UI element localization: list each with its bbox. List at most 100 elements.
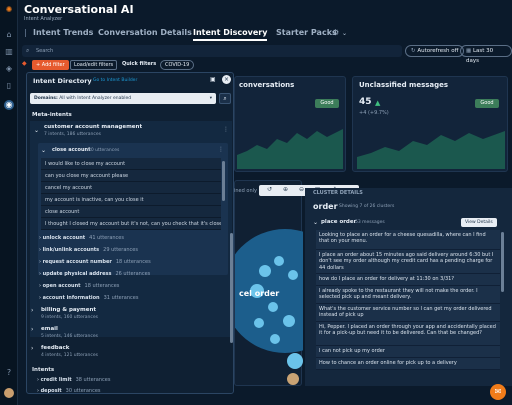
cluster-count: Showing 7 of 26 clusters [339, 204, 395, 209]
canvas-filter-label: ined only [234, 188, 257, 194]
intent-item[interactable]: › link/unlink accounts 29 utterances [39, 245, 233, 256]
message-item[interactable]: how do I place an order for delivery at … [316, 274, 500, 286]
intent-item[interactable]: › deposit 30 utterances [37, 386, 233, 393]
card-title: Unclassified messages [359, 81, 449, 89]
tab-intent-trends[interactable]: Intent Trends [33, 28, 93, 37]
avatar[interactable] [4, 388, 14, 398]
cluster-header: CLUSTER DETAILS [313, 190, 363, 196]
message-item[interactable]: Hi, Pepper. I placed an order through yo… [316, 322, 500, 346]
help-icon[interactable]: ? [4, 368, 14, 378]
chevron-down-icon[interactable]: ⌄ [34, 127, 39, 134]
cluster-canvas[interactable]: cel order [234, 180, 303, 386]
meta-intent-meta: 7 intents, 186 utterances [44, 132, 101, 137]
cluster-meta: 53 messages [355, 220, 385, 225]
tag-icon[interactable]: ◈ [4, 64, 14, 74]
intent-name[interactable]: close account [52, 147, 90, 153]
unclassified-value: 45 [359, 97, 372, 107]
intent-directory-panel: Intent Directory Go to Intent Builder ▣ … [26, 72, 234, 394]
message-item[interactable]: How to chance an order online for pick u… [316, 358, 500, 370]
autorefresh-button[interactable]: ↻ Autorefresh off [405, 45, 465, 57]
search-bar[interactable]: ⌕ Search [22, 45, 402, 57]
meta-intents-label: Meta-intents [32, 112, 72, 118]
chevron-down-icon[interactable]: ⌄ [313, 219, 318, 226]
meta-intent-meta: 4 intents, 121 utterances [41, 353, 98, 358]
tab-intent-discovery[interactable]: Intent Discovery [193, 28, 268, 41]
good-badge[interactable]: Good [475, 99, 499, 108]
settings-icon[interactable]: ⚙ [332, 28, 339, 37]
message-item[interactable]: What's the customer service number so I … [316, 304, 500, 322]
cluster-name[interactable]: place order [321, 219, 356, 225]
load-filters-button[interactable]: Load/edit filters [70, 60, 118, 70]
chevron-down-icon[interactable]: ⌄ [342, 30, 347, 37]
intent-analyzer-icon[interactable]: ◉ [4, 100, 14, 110]
utterance-item[interactable]: close account [41, 206, 221, 218]
panel-scrollbar[interactable] [230, 233, 233, 343]
more-icon[interactable]: ⋮ [223, 126, 229, 133]
unclassified-card: Unclassified messages 45 ▲ +4 (+9.7%) Go… [352, 76, 508, 172]
intent-item[interactable]: › unlock account 41 utterances [39, 233, 233, 244]
utterance-item[interactable]: cancel my account [41, 182, 221, 194]
message-item[interactable]: Looking to place an order for a cheese q… [316, 230, 500, 250]
utterance-item[interactable]: I would like to close my account [41, 158, 221, 170]
search-icon[interactable]: ⌕ [219, 93, 231, 104]
analytics-icon[interactable]: ▥ [4, 47, 14, 57]
tab-divider: | [24, 28, 27, 37]
view-details-button[interactable]: View Details [461, 218, 497, 227]
intent-meta: 40 utterances [88, 148, 120, 153]
chevron-right-icon[interactable]: › [31, 307, 33, 314]
quick-filter-chip[interactable]: COVID-19 [160, 60, 195, 70]
cluster-bubbles [235, 229, 303, 385]
utterance-item[interactable]: my account is inactive, can you close it [41, 194, 221, 206]
close-icon[interactable]: × [222, 75, 231, 84]
search-input[interactable]: Search [36, 48, 53, 54]
message-item[interactable]: I can not pick up my order [316, 346, 500, 358]
date-range-button[interactable]: ▦ Last 30 days [460, 45, 512, 64]
intent-item[interactable]: › open account 18 utterances [39, 281, 233, 292]
quick-filters-label: Quick filters [122, 61, 157, 67]
app-title: Conversational AI [24, 3, 134, 16]
tab-conversation-details[interactable]: Conversation Details [98, 28, 192, 37]
export-icon[interactable]: ▣ [210, 76, 216, 83]
intent-item[interactable]: › update physical address 26 utterances [39, 269, 233, 280]
unclassified-delta: +4 (+9.7%) [359, 110, 389, 116]
reset-icon[interactable]: ↺ [267, 186, 272, 193]
messages-scrollbar[interactable] [501, 232, 504, 292]
utterance-item[interactable]: can you close my account please [41, 170, 221, 182]
intent-item[interactable]: › request account number 18 utterances [39, 257, 233, 268]
conversations-sparkline [237, 129, 343, 169]
meta-intent-name[interactable]: customer account management [44, 124, 142, 130]
chevron-down-icon[interactable]: ⌄ [41, 147, 46, 154]
utterance-item[interactable]: I thought I closed my account but it's n… [41, 218, 221, 230]
intents-label: Intents [32, 367, 55, 373]
good-badge[interactable]: Good [315, 99, 339, 108]
meta-intent-name[interactable]: feedback [41, 345, 69, 351]
meta-intent-name[interactable]: billing & payment [41, 307, 96, 313]
chat-icon[interactable]: ✉ [490, 384, 506, 400]
bookmark-icon[interactable]: ▯ [4, 81, 14, 91]
meta-intent-meta: 5 intents, 146 utterances [41, 334, 98, 339]
filter-row: ◆ + Add filter Load/edit filters Quick f… [18, 60, 512, 72]
message-item[interactable]: I already spoke to the restaurant they w… [316, 286, 500, 304]
intent-item[interactable]: › account information 31 utterances [39, 293, 233, 304]
domains-select[interactable]: Domains: All with Intent Analyzer enable… [30, 93, 216, 104]
calendar-icon: ▦ [466, 48, 473, 54]
add-filter-button[interactable]: + Add filter [32, 60, 69, 70]
unclassified-sparkline [357, 131, 505, 169]
message-item[interactable]: I place an order about 15 minutes ago sa… [316, 250, 500, 274]
chevron-right-icon[interactable]: › [31, 345, 33, 352]
tab-starter-packs[interactable]: Starter Packs [276, 28, 337, 37]
meta-intent-name[interactable]: email [41, 326, 58, 332]
zoom-in-icon[interactable]: ⊕ [283, 186, 288, 193]
home-icon[interactable]: ⌂ [4, 30, 14, 40]
chevron-down-icon: ▾ [209, 96, 212, 101]
chevron-right-icon[interactable]: › [31, 326, 33, 333]
search-icon: ⌕ [26, 47, 30, 54]
intent-item[interactable]: › credit limit 38 utterances [37, 375, 233, 386]
intent-builder-link[interactable]: Go to Intent Builder [93, 78, 137, 83]
header: Conversational AI Intent Analyzer | Inte… [18, 0, 512, 42]
zoom-out-icon[interactable]: ⊖ [299, 186, 304, 193]
left-nav-rail: ✺ ⌂ ▥ ◈ ▯ ◉ ? [0, 0, 18, 405]
more-icon[interactable]: ⋮ [218, 146, 224, 153]
utterances-scrollbar[interactable] [222, 161, 225, 201]
tag-icon: ◆ [22, 60, 27, 67]
